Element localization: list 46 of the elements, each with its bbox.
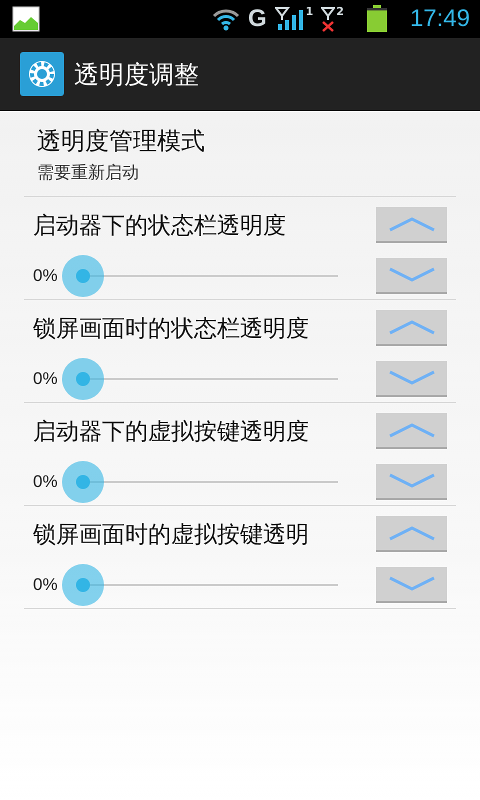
chevron-up-icon (388, 319, 436, 335)
setting-title: 锁屏画面时的虚拟按键透明 (33, 520, 310, 550)
increase-button[interactable] (376, 310, 447, 346)
slider-thumb[interactable] (62, 255, 104, 297)
increase-button[interactable] (376, 413, 447, 449)
settings-icon (20, 52, 64, 96)
picture-notification-icon (12, 6, 40, 32)
no-signal-icon (321, 6, 336, 32)
increase-button[interactable] (376, 207, 447, 243)
decrease-button[interactable] (376, 361, 447, 397)
setting-title: 透明度管理模式 (37, 126, 206, 157)
network-type: G (248, 5, 267, 33)
sim-number: 1 (306, 6, 314, 17)
signal-icon (274, 6, 305, 32)
mode-setting[interactable]: 透明度管理模式 需要重新启动 (24, 111, 456, 197)
slider-track[interactable] (62, 461, 338, 503)
chevron-up-icon (388, 422, 436, 438)
slider-track[interactable] (62, 564, 338, 606)
increase-button[interactable] (376, 516, 447, 552)
slider-track[interactable] (62, 255, 338, 297)
setting-title: 启动器下的状态栏透明度 (33, 212, 287, 240)
setting-title: 锁屏画面时的状态栏透明度 (33, 314, 310, 344)
battery-icon (366, 5, 388, 33)
slider-thumb[interactable] (62, 358, 104, 400)
setting-title: 启动器下的虚拟按键透明度 (33, 418, 310, 446)
chevron-down-icon (388, 370, 436, 386)
decrease-button[interactable] (376, 464, 447, 500)
wifi-icon (212, 7, 240, 31)
decrease-button[interactable] (376, 567, 447, 603)
app-title: 透明度调整 (74, 58, 199, 90)
slider-thumb[interactable] (62, 564, 104, 606)
setting-subtitle: 需要重新启动 (37, 162, 140, 184)
decrease-button[interactable] (376, 258, 447, 294)
slider-reading: 0% (33, 472, 58, 492)
slider-reading: 0% (33, 369, 58, 389)
chevron-down-icon (388, 473, 436, 489)
chevron-up-icon (388, 216, 436, 232)
chevron-down-icon (388, 267, 436, 283)
clock-time: 17:49 (410, 5, 470, 33)
chevron-down-icon (388, 576, 436, 592)
slider-reading: 0% (33, 266, 58, 286)
slider-track[interactable] (62, 358, 338, 400)
slider-thumb[interactable] (62, 461, 104, 503)
sim-number: 2 (336, 6, 344, 17)
slider-reading: 0% (33, 575, 58, 595)
chevron-up-icon (388, 525, 436, 541)
